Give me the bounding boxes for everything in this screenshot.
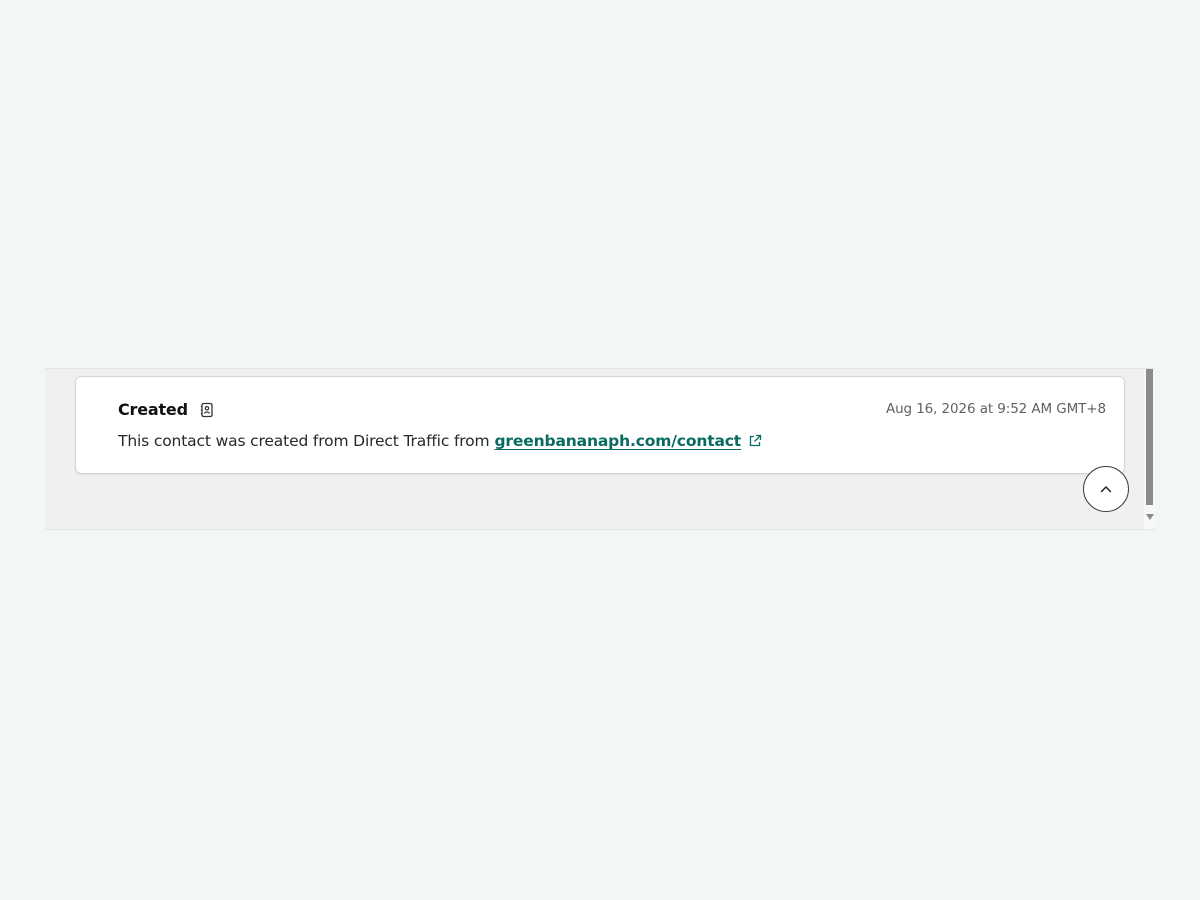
external-link-icon[interactable]: [748, 434, 762, 448]
scrollbar-thumb[interactable]: [1146, 369, 1153, 505]
activity-description-text: This contact was created from Direct Tra…: [118, 432, 490, 450]
source-url-link[interactable]: greenbananaph.com/contact: [494, 432, 741, 450]
chevron-up-icon: [1098, 481, 1114, 497]
contact-book-icon: [199, 402, 215, 418]
activity-title: Created: [118, 400, 188, 419]
activity-timeline-panel: Created Aug 16, 2026 at 9:52 AM GMT+8 Th…: [45, 368, 1155, 530]
scroll-down-arrow-icon[interactable]: [1146, 514, 1154, 520]
activity-card-header: Created: [118, 400, 215, 419]
activity-timestamp: Aug 16, 2026 at 9:52 AM GMT+8: [885, 401, 1106, 417]
activity-description: This contact was created from Direct Tra…: [118, 432, 762, 450]
scroll-to-top-button[interactable]: [1083, 466, 1129, 512]
vertical-scrollbar[interactable]: [1144, 369, 1155, 529]
activity-card: Created Aug 16, 2026 at 9:52 AM GMT+8 Th…: [75, 376, 1125, 474]
